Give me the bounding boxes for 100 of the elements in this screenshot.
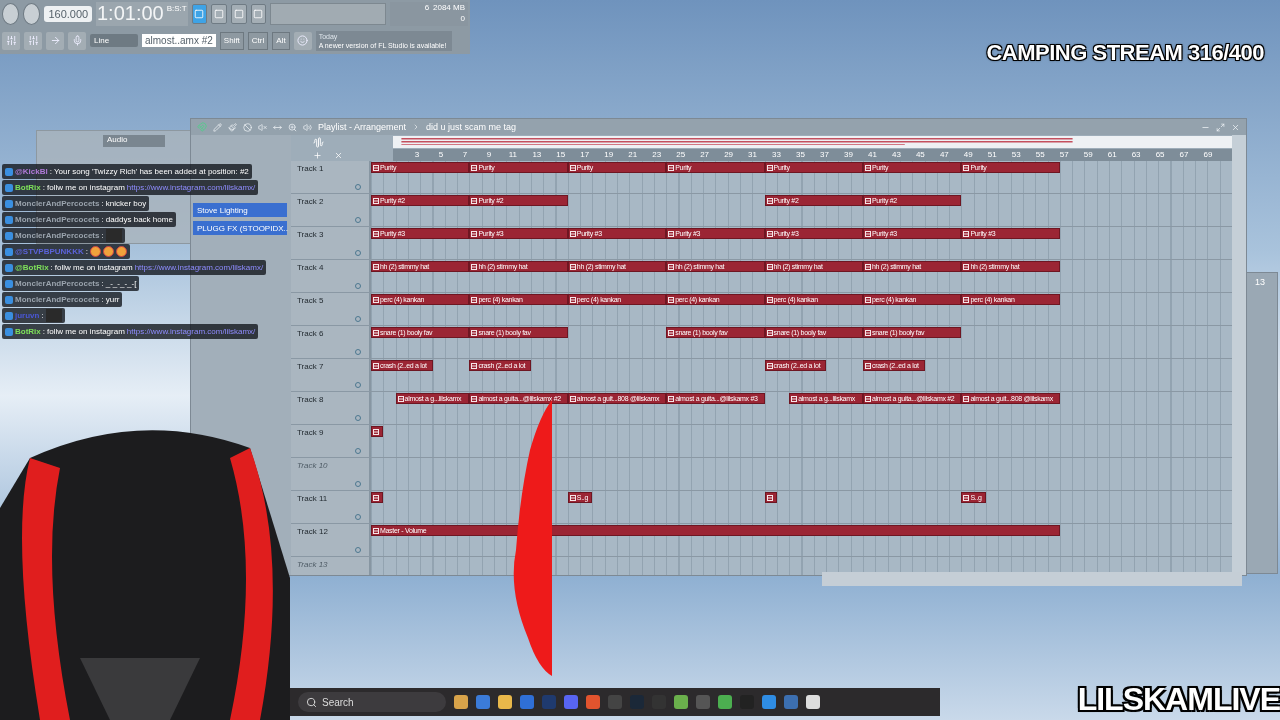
ruler-number: 57 [1059,150,1069,160]
ruler-number: 9 [486,150,492,160]
track-name: Track 5 [297,296,324,305]
ruler-number: 19 [604,150,614,160]
track-header[interactable]: Track 6 [291,326,371,358]
ruler-number: 45 [915,150,925,160]
chat-message: follw me on instagram [54,263,133,272]
chat-link[interactable]: https://www.instagram.com/lilskamx/ [126,183,256,192]
chat-message: yurr [105,295,120,304]
ruler-number: 49 [963,150,973,160]
chat-link[interactable]: https://www.instagram.com/lilskamx/ [126,327,256,336]
picker-item[interactable]: Stove Lighting [193,203,287,217]
track-header[interactable]: Track 4 [291,260,371,292]
chat-username: @KickBl [15,167,48,176]
stream-title: CAMPING STREAM 316/400 [986,40,1264,66]
chat-separator: : [101,199,104,208]
chat-username: BotRix [15,327,41,336]
ruler-number: 47 [939,150,949,160]
ruler-number: 61 [1107,150,1117,160]
chat-separator: : [42,327,45,336]
filter-dropdown[interactable]: Audio [103,135,165,147]
snap-dropdown[interactable]: Line [90,34,138,47]
ruler-number: 53 [1011,150,1021,160]
chat-separator: : [49,167,52,176]
chat-link[interactable]: https://www.instagram.com/lilskamx/ [134,263,264,272]
ruler-number: 43 [891,150,901,160]
chat-separator: : [101,231,104,240]
tempo-display[interactable]: 160.000 [44,5,93,22]
ruler-number: 23 [652,150,662,160]
chat-username: MonclerAndPercocets [15,231,100,240]
track-header[interactable]: Track 3 [291,227,371,259]
chat-separator: : [42,183,45,192]
ruler-number: 11 [508,150,517,160]
track-name: Track 3 [297,230,324,239]
ruler-number: 29 [724,150,734,160]
track-name: Track 1 [297,164,324,173]
track-name: Track 12 [297,527,328,536]
ruler-number: 69 [1203,150,1213,160]
memory-reading: 2084 MB [432,2,465,14]
track-header[interactable]: Track 8 [291,392,371,424]
ruler-number: 37 [820,150,829,160]
ruler-number: 21 [628,150,638,160]
chat-message: follw me on instagram [47,327,125,336]
channel-name: LILSKAMLIVE [1077,681,1280,718]
ruler-number: 39 [844,150,853,160]
chat-username: MonclerAndPercocets [15,295,100,304]
ruler-number: 3 [414,150,420,160]
window-title: Playlist - Arrangement [318,122,407,132]
ruler-number: 5 [438,150,444,160]
chat-username: @BotRix [15,263,49,272]
track-header[interactable]: Track 12 [291,524,371,556]
ruler-number: 67 [1179,150,1189,160]
ruler-number: 15 [556,150,566,160]
chat-username: MonclerAndPercocets [15,199,100,208]
ruler-number: 17 [580,150,590,160]
track-header[interactable]: Track 5 [291,293,371,325]
track-header[interactable]: Track 7 [291,359,371,391]
chat-separator: : [101,295,104,304]
pattern-selector[interactable]: almost..amx #2 [142,34,216,47]
ruler-number: 13 [532,150,542,160]
chat-username: BotRix [15,183,41,192]
taskbar-search[interactable]: Search [298,692,446,712]
chat-separator: : [41,311,44,320]
ruler-number: 7 [462,150,468,160]
chat-username: MonclerAndPercocets [15,215,100,224]
ruler-number: 35 [796,150,805,160]
track-name: Track 13 [297,560,328,569]
track-name: Track 2 [297,197,324,206]
track-header[interactable]: Track 10 [291,458,371,490]
track-name: Track 6 [297,329,324,338]
chat-message: follw me on instagram [47,183,125,192]
track-header[interactable]: Track 13 [291,557,371,575]
track-name: Track 7 [297,362,324,371]
picker-item[interactable]: PLUGG FX (STOOPIDX.. [193,221,287,235]
chat-username: MonclerAndPercocets [15,279,100,288]
ruler-number: 63 [1131,150,1141,160]
chat-message: Your song 'Twizzy Rich' has been added at position: #2 [53,167,249,176]
track-header[interactable]: Track 1 [291,161,371,193]
track-header[interactable]: Track 2 [291,194,371,226]
ruler-number: 55 [1035,150,1045,160]
chat-message: knicker boy [105,199,147,208]
track-header[interactable]: Track 11 [291,491,371,523]
cpu-reading: 6 [423,2,430,14]
chat-separator: : [101,215,104,224]
chat-separator: : [85,247,88,256]
ruler-number: 33 [772,150,781,160]
track-name: Track 11 [297,494,328,503]
ruler-number: 31 [748,150,757,160]
chat-username: juruvn [15,311,40,320]
ruler-number: 27 [700,150,710,160]
chat-separator: : [50,263,53,272]
time-unit: B:S:T [166,3,187,13]
polyphony-reading: 0 [459,13,465,25]
track-name: Track 8 [297,395,324,404]
track-name: Track 9 [297,428,324,437]
track-name: Track 4 [297,263,324,272]
chat-username: @STVPBPUNKKK [15,247,84,256]
insert-number: 13 [1255,277,1265,287]
ruler-number: 59 [1083,150,1093,160]
track-header[interactable]: Track 9 [291,425,371,457]
